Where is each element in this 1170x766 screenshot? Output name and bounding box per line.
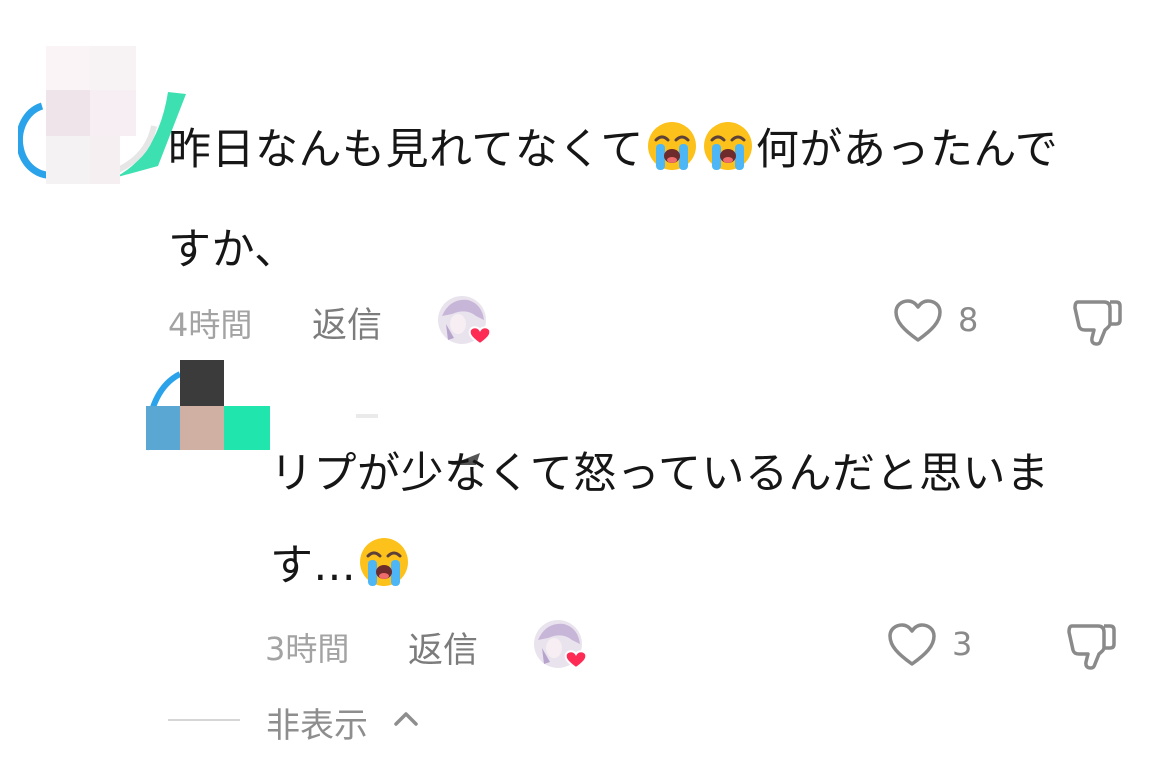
like-count: 8 [958, 301, 979, 339]
thumbs-down-icon[interactable] [1072, 296, 1124, 352]
chevron-up-icon [392, 708, 420, 732]
hide-replies-label: 非表示 [266, 706, 368, 746]
avatar[interactable] [18, 46, 188, 186]
comment-text: 昨日なんも見れてなくて 何があったんで すか、 [168, 104, 1128, 296]
heart-outline-icon[interactable] [892, 298, 944, 348]
divider [168, 719, 240, 721]
like-count: 3 [952, 625, 973, 663]
reply-timestamp: 3時間 [265, 630, 350, 668]
creator-liked-avatar-icon [436, 294, 496, 350]
creator-liked-avatar-icon [532, 618, 592, 674]
loudly-crying-face-icon [646, 112, 698, 204]
heart-outline-icon[interactable] [886, 622, 938, 672]
thumbs-down-icon[interactable] [1066, 620, 1118, 676]
loudly-crying-face-icon [702, 112, 754, 204]
reply-text: リプが少なくて怒っているんだと思いま す... [270, 428, 1150, 620]
loudly-crying-face-icon [358, 528, 410, 620]
reply-button[interactable]: 返信 [312, 297, 382, 348]
reply-button[interactable]: 返信 [408, 622, 478, 673]
comment-timestamp: 4時間 [168, 306, 253, 344]
